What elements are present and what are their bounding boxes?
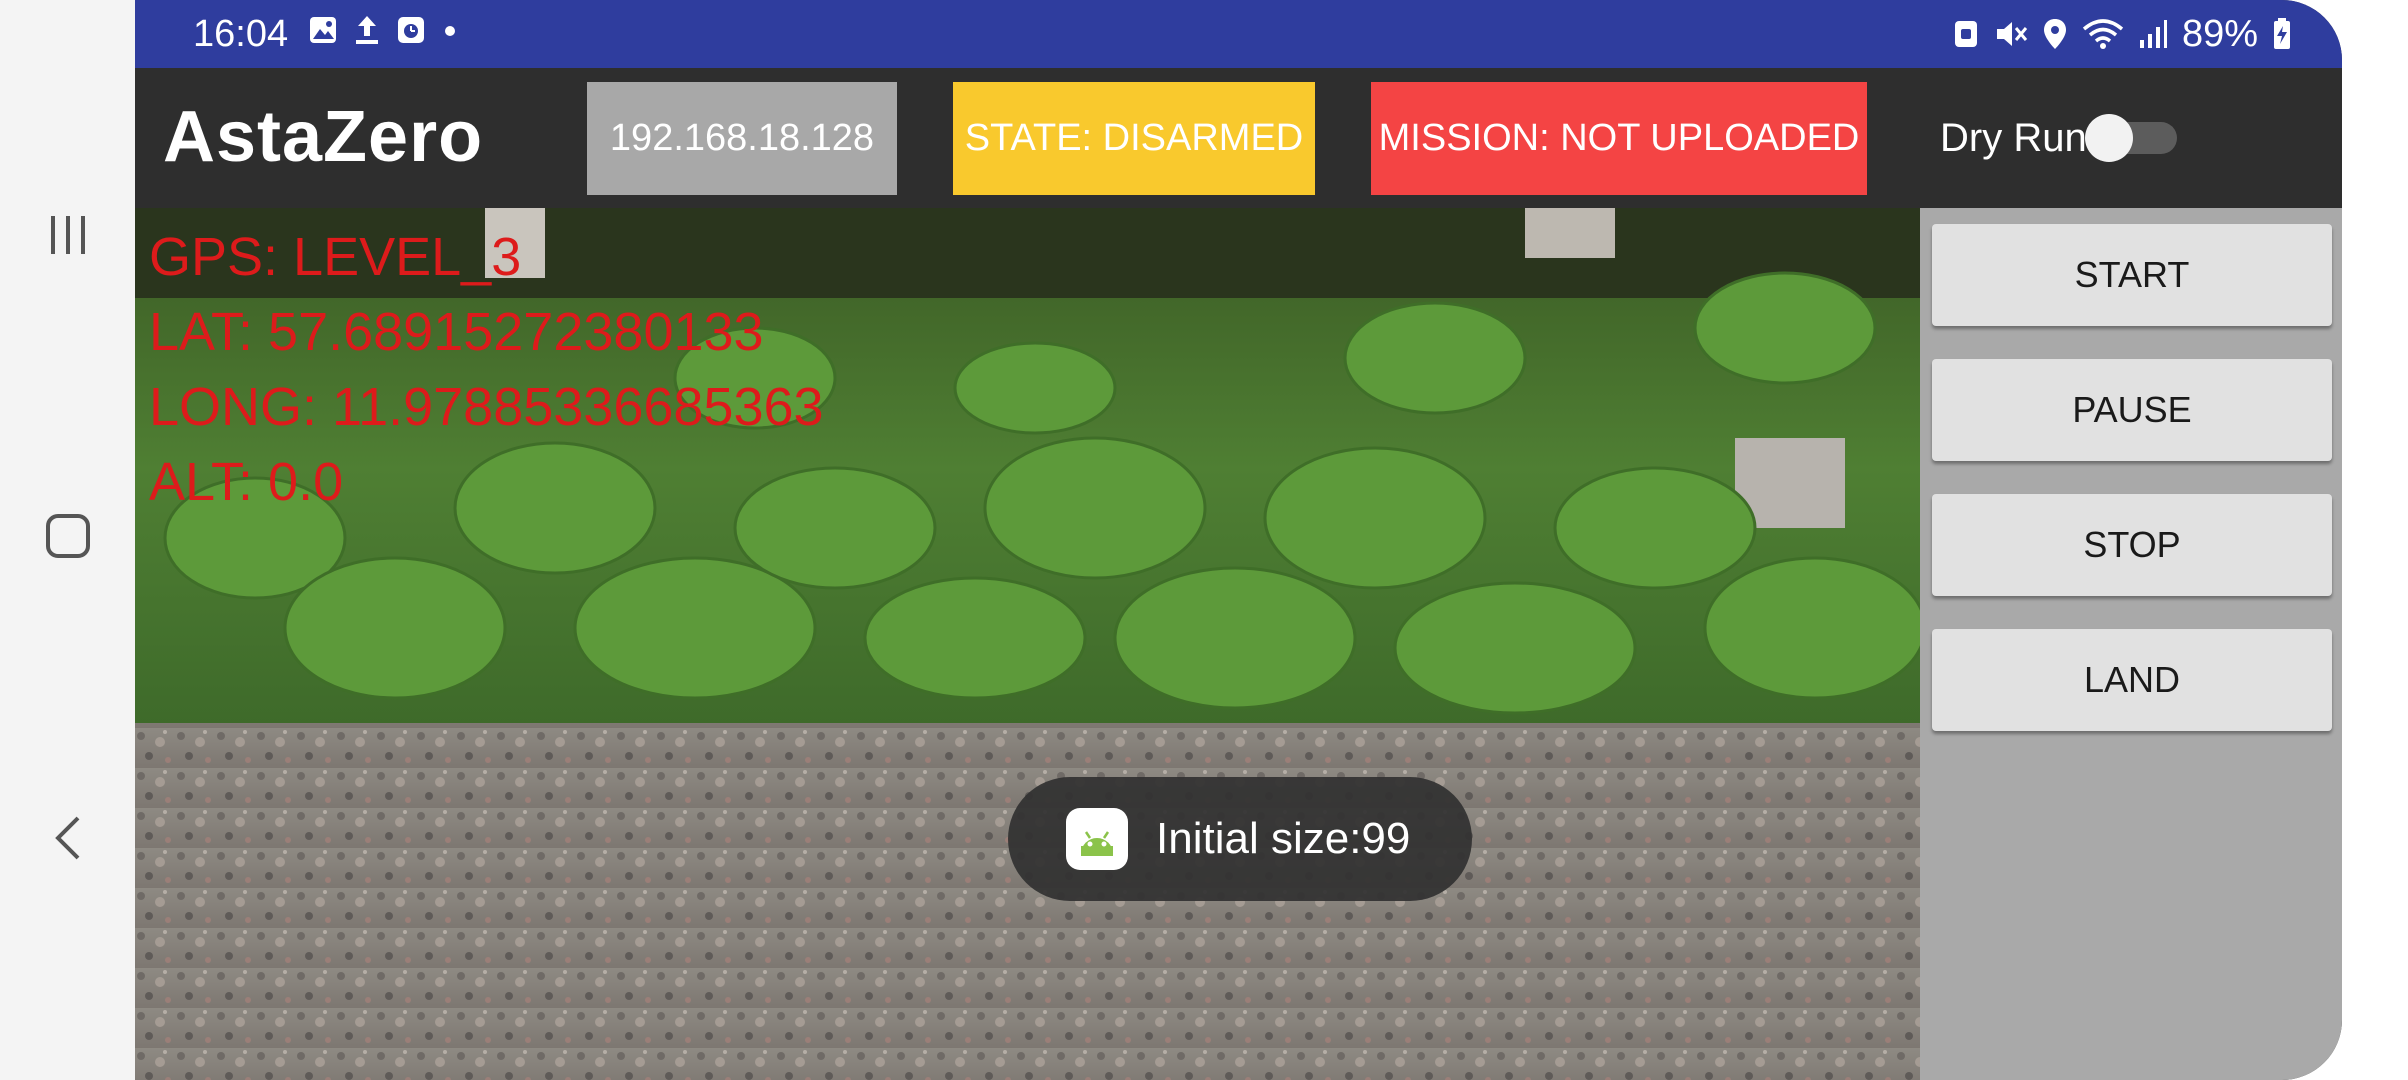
- home-button[interactable]: [0, 476, 135, 596]
- altitude: ALT: 0.0: [149, 452, 344, 512]
- app-screen: 16:04 89% AstaZero 192.168.18.128 STATE:…: [135, 0, 2342, 1080]
- wifi-icon: [2082, 19, 2124, 49]
- back-icon: [54, 816, 79, 860]
- signal-icon: [2139, 20, 2167, 48]
- status-bar: 16:04 89%: [135, 0, 2342, 68]
- dry-run-label: Dry Run: [1940, 116, 2087, 160]
- clock-app-icon: [398, 17, 424, 43]
- recent-apps-icon: [50, 216, 85, 254]
- gallery-icon: [310, 17, 336, 43]
- dot-icon: [445, 26, 455, 36]
- navigation-bar: [0, 0, 135, 1080]
- battery-charging-icon: [2274, 18, 2290, 49]
- mute-icon: [1996, 22, 2028, 46]
- toast-text: Initial size:99: [1156, 814, 1411, 863]
- back-button[interactable]: [0, 778, 135, 898]
- latitude: LAT: 57.68915272380133: [149, 302, 764, 362]
- mission-chip[interactable]: MISSION: NOT UPLOADED: [1371, 82, 1867, 195]
- status-time: 16:04: [193, 13, 289, 55]
- home-icon: [45, 514, 90, 558]
- app-header: AstaZero 192.168.18.128 STATE: DISARMED …: [135, 68, 2342, 208]
- app-logo: AstaZero: [163, 97, 484, 177]
- land-button[interactable]: LAND: [1932, 629, 2332, 731]
- nfc-icon: [1954, 21, 1977, 47]
- longitude: LONG: 11.97885336685363: [149, 377, 824, 437]
- telemetry-overlay: GPS: LEVEL_3 LAT: 57.68915272380133 LONG…: [149, 220, 824, 520]
- ip-address-chip[interactable]: 192.168.18.128: [587, 82, 897, 195]
- stop-button[interactable]: STOP: [1932, 494, 2332, 596]
- dry-run-toggle[interactable]: [2085, 114, 2177, 162]
- state-chip[interactable]: STATE: DISARMED: [953, 82, 1315, 195]
- location-icon: [2043, 19, 2066, 49]
- gps-level: GPS: LEVEL_3: [149, 227, 522, 287]
- upload-icon: [356, 16, 378, 44]
- toast-message: Initial size:99: [1008, 777, 1472, 901]
- recent-apps-button[interactable]: [0, 175, 135, 295]
- control-panel: START PAUSE STOP LAND: [1920, 208, 2342, 1080]
- android-icon: [1066, 808, 1128, 870]
- battery-percent: 89%: [2181, 13, 2258, 55]
- toggle-thumb: [2085, 114, 2133, 162]
- start-button[interactable]: START: [1932, 224, 2332, 326]
- camera-feed[interactable]: GPS: LEVEL_3 LAT: 57.68915272380133 LONG…: [135, 208, 1920, 1080]
- pause-button[interactable]: PAUSE: [1932, 359, 2332, 461]
